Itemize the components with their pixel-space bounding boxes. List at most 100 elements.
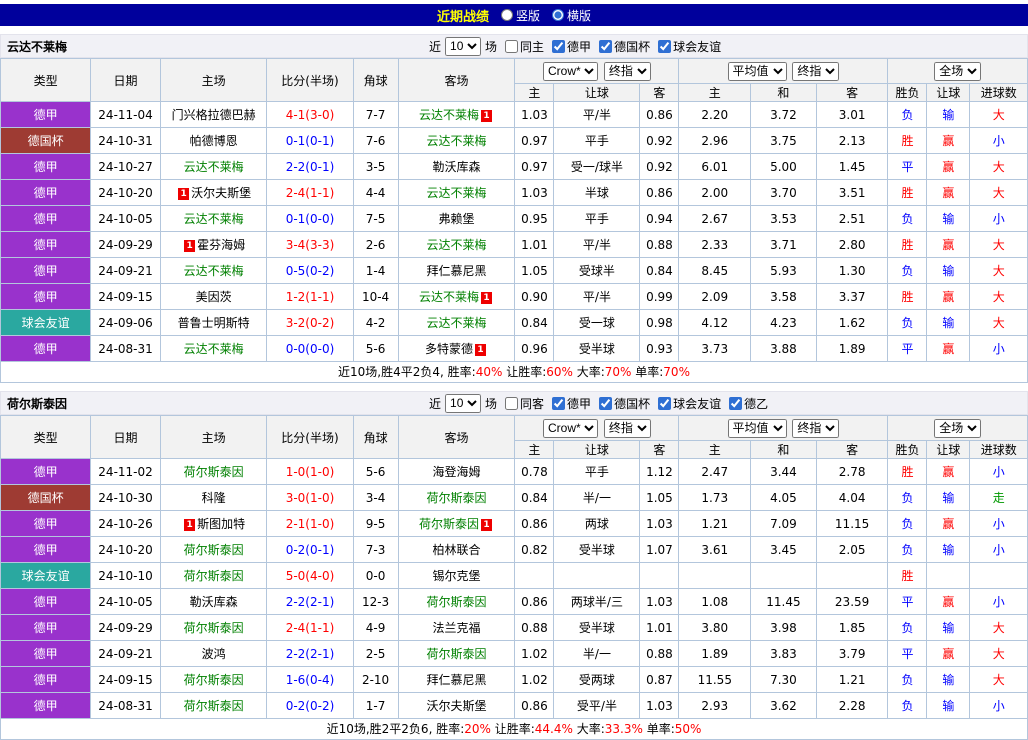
league-filter-1-label: 德甲	[567, 396, 592, 411]
col-odds-away: 客	[639, 83, 680, 102]
match-date: 24-09-15	[90, 666, 161, 693]
col-score: 比分(半场)	[266, 58, 354, 102]
home-team-cell: 美因茨	[159, 283, 268, 310]
league-filter-1-option[interactable]: 德甲	[552, 395, 591, 412]
home-team-name: 荷尔斯泰因	[183, 699, 244, 713]
avg-draw-odds: 3.72	[750, 101, 817, 128]
col-odds-home: 主	[514, 83, 555, 102]
match-row: 德甲 24-10-05 勒沃库森 2-2(2-1) 12-3 荷尔斯泰因 0.86 两球半/三…	[0, 588, 1028, 615]
handicap-line: 两球	[553, 510, 641, 537]
handicap-away-odds: 1.03	[639, 510, 680, 537]
corner-score: 5-6	[352, 335, 399, 362]
handicap-home-odds: 0.84	[514, 484, 555, 511]
result-handicap: 赢	[926, 510, 971, 537]
recent-label: 近	[429, 39, 442, 54]
match-date: 24-09-21	[90, 257, 161, 284]
league-filter-2-checkbox[interactable]	[599, 396, 613, 410]
league-filter-3-option[interactable]: 球会友谊	[658, 38, 721, 55]
league-filter-3-checkbox[interactable]	[658, 39, 672, 53]
handicap-home-odds: 0.96	[514, 335, 555, 362]
venue-filter-checkbox[interactable]	[505, 39, 519, 53]
score: 5-0(4-0)	[266, 562, 354, 589]
handicap-line: 受平/半	[553, 692, 641, 719]
result-handicap: 输	[926, 692, 971, 719]
home-team-cell: 波鸿	[159, 640, 268, 667]
league-filter-1-checkbox[interactable]	[552, 396, 566, 410]
avg-home-odds: 2.33	[678, 231, 752, 258]
match-row: 德甲 24-09-29 荷尔斯泰因 2-4(1-1) 4-9 法兰克福 0.88 受半球 1.0…	[0, 614, 1028, 641]
score: 4-1(3-0)	[266, 101, 354, 128]
bookmaker-select[interactable]: Crow*	[543, 61, 599, 81]
away-team-name: 云达不莱梅	[419, 290, 480, 304]
match-row: 德甲 24-09-15 美因茨 1-2(1-1) 10-4 云达不莱梅 1 0.90 平/半 0.…	[0, 283, 1028, 310]
handicap-line: 受两球	[553, 666, 641, 693]
away-team-name: 云达不莱梅	[426, 134, 487, 148]
away-team-cell: 荷尔斯泰因	[397, 588, 516, 615]
venue-filter-option[interactable]: 同客	[505, 395, 544, 412]
league-filter-2-option[interactable]: 德国杯	[599, 38, 650, 55]
handicap-home-odds: 1.05	[514, 257, 555, 284]
league-filter-4-checkbox[interactable]	[729, 396, 743, 410]
score: 0-5(0-2)	[266, 257, 354, 284]
summary-segment: 70%	[663, 365, 690, 379]
match-row: 德国杯 24-10-30 科隆 3-0(1-0) 3-4 荷尔斯泰因 0.84 半/一 1.05…	[0, 484, 1028, 511]
home-team-cell: 普鲁士明斯特	[159, 309, 268, 336]
home-team-cell: 荷尔斯泰因	[159, 562, 268, 589]
match-date: 24-08-31	[90, 692, 161, 719]
home-team-cell: 云达不莱梅	[159, 257, 268, 284]
league-filter-4-option[interactable]: 德乙	[729, 395, 768, 412]
corner-score: 7-5	[352, 205, 399, 232]
full-match-select[interactable]: 全场	[934, 61, 982, 81]
full-match-select[interactable]: 全场	[934, 418, 982, 438]
average-select[interactable]: 平均值	[727, 61, 787, 81]
bookmaker-final-select[interactable]: 终指	[603, 61, 651, 81]
layout-horizontal-radio[interactable]	[552, 9, 564, 21]
average-odds-group: 平均值 终指	[678, 58, 889, 84]
bookmaker-final-select[interactable]: 终指	[603, 418, 651, 438]
recent-count-select[interactable]: 10	[445, 36, 482, 56]
summary-line: 近10场,胜2平2负6, 胜率:20% 让胜率:44.4% 大率:33.3% 单…	[0, 719, 1028, 740]
corner-score: 7-3	[352, 536, 399, 563]
avg-away-odds: 2.78	[815, 458, 889, 485]
handicap-away-odds: 0.86	[639, 179, 680, 206]
layout-vertical-radio[interactable]	[500, 9, 513, 21]
avg-home-odds: 2.47	[678, 458, 752, 485]
handicap-away-odds: 0.88	[639, 640, 680, 667]
match-date: 24-10-27	[90, 153, 161, 180]
league-filter-2-checkbox[interactable]	[599, 39, 613, 53]
result-handicap: 输	[926, 536, 971, 563]
score: 0-1(0-1)	[266, 127, 354, 154]
match-row: 德甲 24-08-31 荷尔斯泰因 0-2(0-2) 1-7 沃尔夫斯堡 0.86 受平/半 1…	[0, 692, 1028, 719]
average-final-select[interactable]: 终指	[792, 418, 840, 438]
col-goals-result: 进球数	[969, 83, 1028, 102]
away-team-cell: 勒沃库森	[397, 153, 516, 180]
result-winlose: 负	[887, 536, 928, 563]
result-goals: 大	[969, 309, 1028, 336]
away-team-name: 弗赖堡	[438, 212, 475, 226]
layout-horizontal-option[interactable]: 横版	[552, 7, 591, 24]
league-filter-2-option[interactable]: 德国杯	[599, 395, 650, 412]
avg-draw-odds: 7.09	[750, 510, 817, 537]
away-team-name: 荷尔斯泰因	[426, 647, 487, 661]
league-filter-3-option[interactable]: 球会友谊	[658, 395, 721, 412]
average-select[interactable]: 平均值	[727, 418, 787, 438]
score: 2-2(2-1)	[266, 588, 354, 615]
league-filter-3-label: 球会友谊	[673, 39, 722, 54]
recent-count-select[interactable]: 10	[445, 393, 482, 413]
league-filter-3-checkbox[interactable]	[658, 396, 672, 410]
result-handicap: 输	[926, 484, 971, 511]
league-filter-1-checkbox[interactable]	[552, 39, 566, 53]
result-handicap: 赢	[926, 153, 971, 180]
avg-away-odds: 1.30	[815, 257, 889, 284]
result-winlose: 负	[887, 510, 928, 537]
league-filter-1-option[interactable]: 德甲	[552, 38, 591, 55]
avg-draw-odds: 3.45	[750, 536, 817, 563]
venue-filter-option[interactable]: 同主	[505, 38, 544, 55]
away-team-name: 沃尔夫斯堡	[426, 699, 487, 713]
bookmaker-select[interactable]: Crow*	[543, 418, 599, 438]
layout-vertical-option[interactable]: 竖版	[500, 7, 540, 24]
average-final-select[interactable]: 终指	[792, 61, 840, 81]
match-date: 24-11-02	[90, 458, 161, 485]
venue-filter-checkbox[interactable]	[505, 396, 519, 410]
handicap-away-odds: 0.87	[639, 666, 680, 693]
